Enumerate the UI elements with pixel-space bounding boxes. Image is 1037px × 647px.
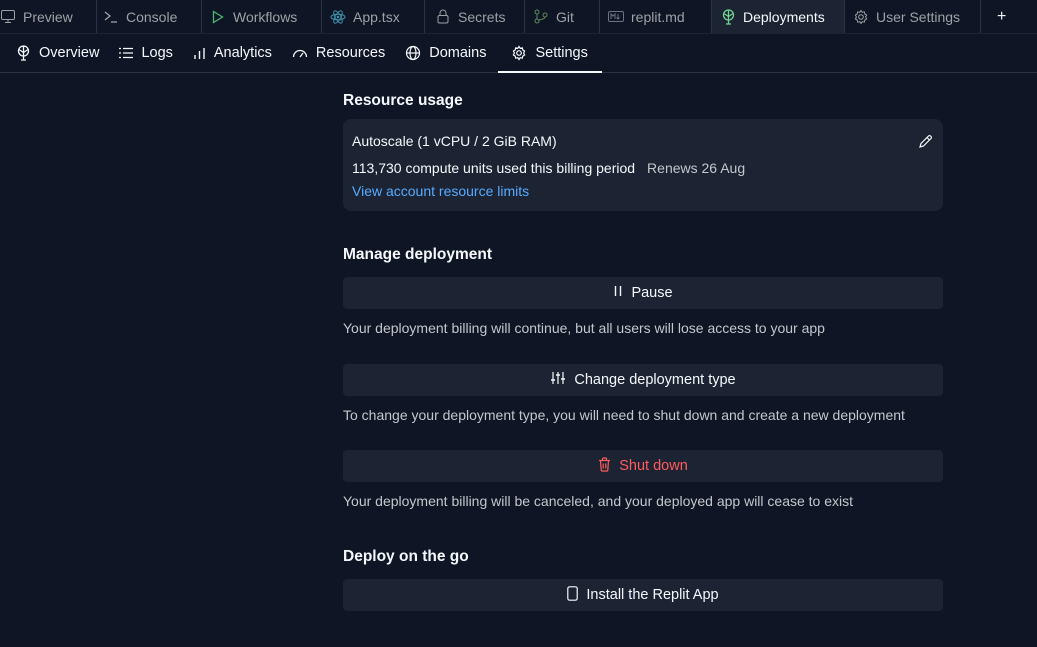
shut-down-button[interactable]: Shut down <box>343 450 943 482</box>
tab-label: Deployments <box>743 8 825 25</box>
gauge-icon <box>292 47 308 59</box>
pause-button[interactable]: Pause <box>343 277 943 309</box>
tab-preview[interactable]: Preview <box>0 0 97 33</box>
subnav-label: Resources <box>315 45 386 61</box>
tab-label: Preview <box>23 8 73 25</box>
git-icon <box>533 9 549 25</box>
bar-chart-icon <box>193 47 206 60</box>
smartphone-icon <box>567 585 579 605</box>
tab-user-settings[interactable]: User Settings <box>845 0 981 33</box>
section-title-manage-deployment: Manage deployment <box>343 246 492 263</box>
deployments-icon <box>720 8 736 25</box>
tab-label: User Settings <box>876 8 961 25</box>
pause-icon <box>613 285 623 301</box>
play-icon <box>210 9 226 25</box>
tab-git[interactable]: Git <box>525 0 600 33</box>
renewal-date: Renews 26 Aug <box>647 160 746 176</box>
subnav-analytics[interactable]: Analytics <box>185 34 284 72</box>
globe-icon <box>405 45 421 61</box>
gear-icon <box>853 9 869 25</box>
tab-label: Console <box>126 8 178 25</box>
tab-label: replit.md <box>631 8 685 25</box>
trash-icon <box>598 456 611 476</box>
install-app-label: Install the Replit App <box>586 587 719 603</box>
section-title-resource-usage: Resource usage <box>343 92 463 109</box>
view-resource-limits-link[interactable]: View account resource limits <box>352 183 529 199</box>
shut-down-label: Shut down <box>619 458 688 474</box>
tab-workflows[interactable]: Workflows <box>202 0 322 33</box>
usage-row: 113,730 compute units used this billing … <box>352 160 934 176</box>
list-icon <box>119 47 134 59</box>
add-tab-button[interactable]: + <box>981 0 1022 33</box>
deployment-subnav: Overview Logs Analytics Resources Domain… <box>0 34 1037 73</box>
subnav-resources[interactable]: Resources <box>284 34 397 72</box>
subnav-overview[interactable]: Overview <box>8 34 111 72</box>
editor-tab-bar: Preview Console Workflows App.tsx Secret… <box>0 0 1037 34</box>
tab-label: Workflows <box>233 8 298 25</box>
subnav-label: Analytics <box>213 45 272 61</box>
lock-icon <box>435 9 451 25</box>
install-replit-app-button[interactable]: Install the Replit App <box>343 579 943 611</box>
plus-icon: + <box>997 7 1007 25</box>
tab-label: App.tsx <box>353 8 400 25</box>
tab-secrets[interactable]: Secrets <box>425 0 525 33</box>
compute-units: 113,730 compute units used this billing … <box>352 160 636 176</box>
change-type-label: Change deployment type <box>574 372 736 388</box>
machine-type: Autoscale (1 vCPU / 2 GiB RAM) <box>352 133 557 149</box>
pause-label: Pause <box>631 285 673 301</box>
section-title-deploy-on-the-go: Deploy on the go <box>343 548 469 565</box>
markdown-icon <box>608 9 624 25</box>
change-type-description: To change your deployment type, you will… <box>343 407 905 423</box>
subnav-label: Settings <box>535 45 588 61</box>
subnav-settings[interactable]: Settings <box>498 34 603 73</box>
tab-app-tsx[interactable]: App.tsx <box>322 0 425 33</box>
resource-usage-card: Autoscale (1 vCPU / 2 GiB RAM) 113,730 c… <box>343 119 943 211</box>
deployments-icon <box>16 45 31 61</box>
react-icon <box>330 9 346 25</box>
subnav-label: Domains <box>429 45 487 61</box>
gear-icon <box>511 45 527 61</box>
tab-console[interactable]: Console <box>97 0 202 33</box>
pencil-icon[interactable] <box>918 134 933 154</box>
subnav-logs[interactable]: Logs <box>111 34 184 72</box>
tab-replit-md[interactable]: replit.md <box>600 0 712 33</box>
shut-down-description: Your deployment billing will be canceled… <box>343 493 854 509</box>
sliders-icon <box>550 371 566 389</box>
terminal-icon <box>103 9 119 25</box>
monitor-icon <box>0 9 16 25</box>
tab-label: Secrets <box>458 8 506 25</box>
subnav-domains[interactable]: Domains <box>397 34 498 72</box>
subnav-label: Logs <box>141 45 173 61</box>
tab-deployments[interactable]: Deployments <box>712 0 845 33</box>
pause-description: Your deployment billing will continue, b… <box>343 320 825 336</box>
change-deployment-type-button[interactable]: Change deployment type <box>343 364 943 396</box>
tab-label: Git <box>556 8 574 25</box>
subnav-label: Overview <box>39 45 100 61</box>
